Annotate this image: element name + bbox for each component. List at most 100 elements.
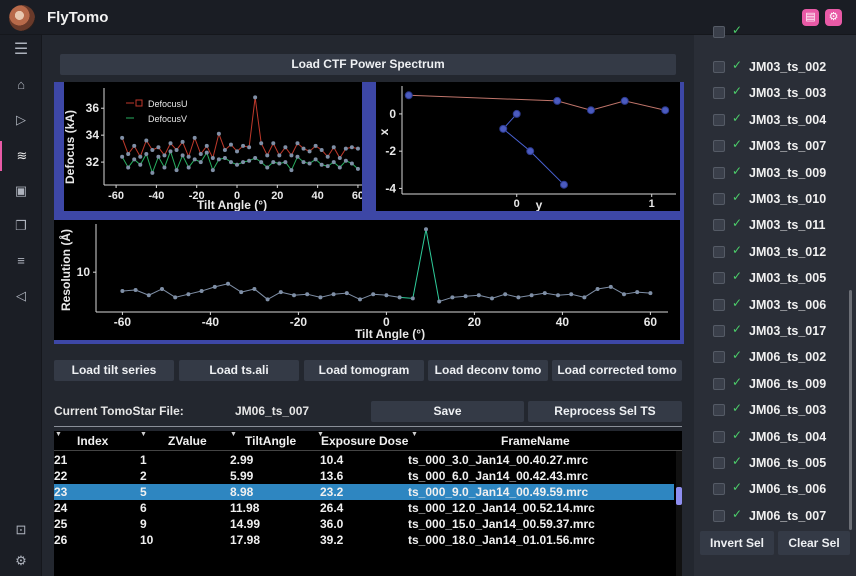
data-point — [337, 156, 342, 161]
table-row[interactable]: 21 1 2.99 10.4 ts_000_3.0_Jan14_00.40.27.mrc — [54, 452, 674, 468]
clear-selection-button[interactable]: Clear Sel — [778, 531, 850, 555]
load-deconv-tomo-button[interactable]: Load deconv tomo — [428, 360, 548, 381]
checkbox[interactable] — [713, 166, 725, 179]
checkbox[interactable] — [713, 140, 725, 153]
data-point — [174, 147, 179, 152]
checkbox[interactable] — [713, 272, 725, 285]
list-item[interactable]: ✓ JM06_ts_002 — [694, 344, 846, 370]
load-ctf-button[interactable]: Load CTF Power Spectrum — [60, 54, 676, 75]
check-icon: ✓ — [732, 322, 743, 336]
list-item[interactable]: ✓ JM03_ts_012 — [694, 239, 846, 265]
y-tick-label: -2 — [385, 144, 396, 158]
save-icon[interactable]: ⊡ — [0, 515, 42, 545]
column-header-dose[interactable]: Exposure Dose — [321, 434, 408, 448]
data-point — [404, 91, 413, 100]
feed-icon[interactable]: ≋ — [0, 141, 42, 171]
load-tilt-series-button[interactable]: Load tilt series — [54, 360, 174, 381]
list-item[interactable]: ✓ JM03_ts_003 — [694, 80, 846, 106]
list-item[interactable]: ✓ JM06_ts_006 — [694, 476, 846, 502]
data-point — [289, 153, 294, 158]
data-point — [344, 291, 349, 296]
checkbox[interactable] — [713, 193, 725, 205]
data-point — [307, 149, 312, 154]
sort-icon[interactable]: ▼ — [55, 431, 62, 438]
data-point — [582, 295, 587, 300]
list-item[interactable]: ✓ JM06_ts_003 — [694, 397, 846, 423]
checkbox[interactable] — [713, 245, 725, 258]
table-cell-frame: ts_000_6.0_Jan14_00.42.43.mrc — [408, 469, 589, 483]
list-item-label: JM03_ts_002 — [749, 60, 827, 74]
xy-ylabel: x — [377, 128, 391, 135]
list-item[interactable]: ✓ JM03_ts_011 — [694, 212, 846, 238]
list-item[interactable]: ✓ JM06_ts_007 — [694, 503, 846, 529]
list-item-label: JM06_ts_004 — [749, 429, 827, 444]
invert-selection-button[interactable]: Invert Sel — [700, 531, 774, 555]
data-point — [635, 290, 640, 295]
load-tomogram-button[interactable]: Load tomogram — [304, 360, 424, 381]
column-header-framename[interactable]: FrameName — [501, 434, 570, 448]
data-point — [150, 170, 155, 175]
x-tick-label: 40 — [556, 315, 570, 329]
data-point — [325, 164, 330, 169]
checkbox[interactable] — [713, 113, 725, 126]
send-icon[interactable]: ◁ — [0, 281, 42, 311]
checkbox[interactable] — [713, 457, 725, 469]
table-row[interactable]: 25 9 14.99 36.0 ts_000_15.0_Jan14_00.59.37.m… — [54, 516, 674, 532]
checkbox[interactable] — [713, 298, 725, 311]
home-icon[interactable]: ⌂ — [0, 70, 42, 100]
data-point — [168, 149, 173, 154]
menu-icon[interactable]: ☰ — [0, 35, 42, 65]
checkbox[interactable] — [713, 87, 725, 100]
list-item[interactable]: ✓ JM03_ts_006 — [694, 292, 846, 318]
list-item[interactable]: ✓ JM03_ts_010 — [694, 186, 846, 212]
checkbox[interactable] — [713, 351, 725, 364]
gear-icon[interactable]: ⚙ — [0, 546, 42, 576]
list-item[interactable]: ✓ JM03_ts_009 — [694, 160, 846, 186]
frame-table: ▼ Index ▼ ZValue ▼ TiltAngle ▼ Exposure … — [54, 431, 682, 576]
column-header-index[interactable]: Index — [77, 434, 108, 448]
list-item[interactable]: ✓ JM03_ts_007 — [694, 133, 846, 159]
list-scrollbar[interactable] — [846, 35, 856, 535]
checkbox[interactable] — [713, 509, 725, 522]
resolution-segment — [135, 289, 149, 296]
table-row[interactable]: 26 10 17.98 39.2 ts_000_18.0_Jan14_01.01.56.… — [54, 532, 674, 548]
sort-icon[interactable]: ▼ — [411, 431, 418, 438]
checkbox[interactable] — [713, 430, 725, 443]
checkbox[interactable] — [713, 219, 725, 232]
column-header-tiltangle[interactable]: TiltAngle — [245, 434, 296, 448]
list-scrollbar-thumb[interactable] — [849, 290, 852, 530]
table-row[interactable]: 22 2 5.99 13.6 ts_000_6.0_Jan14_00.42.43.mrc — [54, 468, 674, 484]
copy-icon[interactable]: ❐ — [0, 211, 42, 241]
play-icon[interactable]: ▷ — [0, 105, 42, 135]
list-item[interactable]: ✓ JM03_ts_017 — [694, 318, 846, 344]
column-header-zvalue[interactable]: ZValue — [168, 434, 207, 448]
sort-icon[interactable]: ▼ — [230, 431, 237, 438]
checkbox[interactable] — [713, 61, 725, 73]
list-item[interactable]: ✓ JM03_ts_002 — [694, 54, 846, 80]
list-item[interactable]: ✓ JM03_ts_005 — [694, 265, 846, 291]
list-item[interactable]: ✓ JM06_ts_004 — [694, 424, 846, 450]
list-item[interactable]: ✓ JM06_ts_005 — [694, 450, 846, 476]
list-item[interactable]: ✓ JM06_ts_009 — [694, 371, 846, 397]
checkbox[interactable] — [713, 325, 725, 337]
list-item[interactable]: ✓ — [694, 19, 846, 45]
table-row[interactable]: 24 6 11.98 26.4 ts_000_12.0_Jan14_00.52.14.m… — [54, 500, 674, 516]
save-button[interactable]: Save — [371, 401, 524, 422]
sort-icon[interactable]: ▼ — [140, 431, 147, 438]
checkbox[interactable] — [713, 483, 725, 496]
defocus-plot: Defocus (kA) Tilt Angle (°) DefocusU Def… — [64, 82, 362, 211]
reprocess-button[interactable]: Reprocess Sel TS — [528, 401, 682, 422]
list-item[interactable]: ✓ JM03_ts_004 — [694, 107, 846, 133]
resolution-xlabel: Tilt Angle (°) — [355, 327, 425, 340]
checkbox[interactable] — [713, 377, 725, 390]
table-scrollbar-thumb[interactable] — [676, 487, 682, 505]
list-icon[interactable]: ≡ — [0, 246, 42, 276]
gallery-icon[interactable]: ▣ — [0, 176, 42, 206]
load-ts-ali-button[interactable]: Load ts.ali — [179, 360, 299, 381]
load-corrected-tomo-button[interactable]: Load corrected tomo — [552, 360, 682, 381]
data-point — [138, 154, 143, 159]
checkbox[interactable] — [713, 404, 725, 417]
table-row[interactable]: 23 5 8.98 23.2 ts_000_9.0_Jan14_00.49.59.mrc — [54, 484, 674, 500]
checkbox[interactable] — [713, 26, 725, 38]
table-scrollbar[interactable] — [676, 451, 682, 576]
